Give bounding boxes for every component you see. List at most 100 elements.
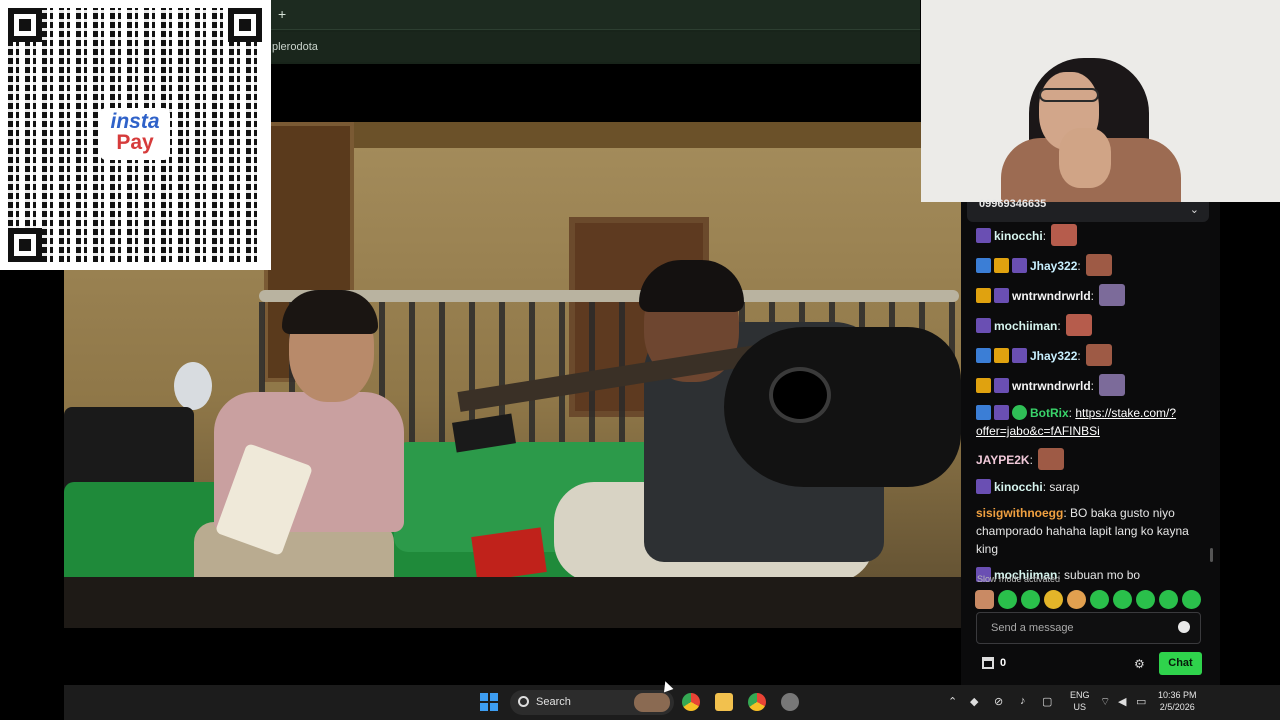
emote-button[interactable] (1136, 590, 1155, 609)
tray-network-off-icon[interactable]: ⊘ (994, 695, 1003, 708)
crown-badge-icon (976, 378, 991, 393)
emote-button[interactable] (998, 590, 1017, 609)
chat-actions: 0 ⚙ Chat (976, 652, 1202, 676)
chat-emote-icon (1099, 284, 1126, 306)
emote-button[interactable] (975, 590, 994, 609)
crown-badge-icon (976, 288, 991, 303)
chevron-down-icon[interactable]: ⌄ (1190, 203, 1199, 216)
tray-display-icon[interactable]: ▢ (1042, 695, 1052, 708)
slow-mode-notice: Slow mode activated (977, 574, 1061, 584)
chat-separator: : (1077, 349, 1085, 363)
chat-username[interactable]: JAYPE2K (976, 453, 1030, 467)
pinned-message[interactable]: 09969346635 ⌄ (967, 198, 1209, 222)
emoji-icon[interactable] (1178, 621, 1190, 633)
microphone-icon[interactable]: ♪ (1020, 695, 1026, 707)
chat-message-list: kinocchi: Jhay322: wntrwndrwrld: mochiim… (976, 224, 1208, 592)
chat-emote-icon (1066, 314, 1093, 336)
file-explorer-icon[interactable] (715, 693, 733, 711)
chat-message: sisigwithnoegg: BO baka gusto niyo champ… (976, 504, 1208, 558)
video-guitar (724, 327, 961, 487)
chat-username[interactable]: BotRix (1030, 406, 1069, 420)
pin-badge-icon (976, 405, 991, 420)
video-ceiling (284, 122, 961, 148)
instapay-logo-bottom: Pay (116, 131, 154, 154)
chat-text: subuan mo bo (1064, 568, 1141, 582)
chat-message: BotRix: https://stake.com/?offer=jabo&c=… (976, 404, 1208, 440)
chrome-icon[interactable] (682, 693, 700, 711)
instapay-logo: insta Pay (100, 108, 170, 160)
chat-emote-icon (1099, 374, 1126, 396)
emote-button[interactable] (1159, 590, 1178, 609)
points-count: 0 (1000, 657, 1007, 669)
webcam-hand (1059, 128, 1111, 188)
chat-username[interactable]: kinocchi (994, 229, 1043, 243)
chat-emote-icon (1051, 224, 1078, 246)
sub-badge-icon (994, 288, 1009, 303)
video-red-bag (471, 527, 547, 582)
address-text: plerodota (272, 41, 318, 53)
taskbar-search[interactable]: Search (510, 690, 674, 715)
chat-username[interactable]: wntrwndrwrld (1012, 379, 1091, 393)
chat-username[interactable]: mochiiman (994, 319, 1057, 333)
chat-separator: : (1057, 319, 1065, 333)
pin-badge-icon (976, 348, 991, 363)
chat-message: JAYPE2K: (976, 448, 1208, 470)
sub-badge-icon (976, 479, 991, 494)
clock-time: 10:36 PM (1158, 690, 1197, 700)
chat-input[interactable]: Send a message (976, 612, 1201, 644)
chat-panel: 09969346635 ⌄ kinocchi: Jhay322: wntrwnd… (961, 198, 1220, 685)
qr-finder-bottom-left (8, 228, 42, 262)
chat-send-button[interactable]: Chat (1159, 652, 1202, 675)
tray-app-icon[interactable]: ◆ (970, 695, 978, 708)
chat-separator: : (1090, 379, 1098, 393)
chat-message: wntrwndrwrld: (976, 374, 1208, 396)
emote-button[interactable] (1182, 590, 1201, 609)
battery-icon[interactable]: ▭ (1136, 695, 1146, 708)
pinned-message-text: 09969346635 (979, 198, 1047, 210)
chat-username[interactable]: Jhay322 (1030, 259, 1077, 273)
gear-icon[interactable]: ⚙ (1134, 657, 1145, 671)
language-indicator[interactable]: ENG US (1070, 689, 1090, 713)
webcam-glasses (1039, 88, 1099, 102)
emote-button[interactable] (1067, 590, 1086, 609)
video-lamp (174, 362, 212, 410)
chat-message: Jhay322: (976, 344, 1208, 366)
clock[interactable]: 10:36 PM 2/5/2026 (1158, 689, 1197, 713)
chat-username[interactable]: wntrwndrwrld (1012, 289, 1091, 303)
emote-button[interactable] (1021, 590, 1040, 609)
chat-emote-icon (1038, 448, 1065, 470)
video-guitar-soundhole (769, 367, 831, 423)
chat-scrollbar[interactable] (1210, 548, 1213, 562)
store-icon[interactable] (982, 657, 994, 669)
qr-finder-top-right (228, 8, 262, 42)
video-person1-hair (282, 290, 378, 334)
verified-badge-icon (1012, 405, 1027, 420)
crown-badge-icon (994, 348, 1009, 363)
chat-username[interactable]: Jhay322 (1030, 349, 1077, 363)
pin-badge-icon (976, 258, 991, 273)
qr-finder-top-left (8, 8, 42, 42)
chat-username[interactable]: sisigwithnoegg (976, 506, 1063, 520)
chat-emote-icon (1086, 254, 1113, 276)
chrome-active-icon[interactable] (748, 693, 766, 711)
sub-badge-icon (1012, 348, 1027, 363)
screen: + plerodota insta Pay 09969346635 ⌄ kino… (0, 0, 1280, 720)
chat-username[interactable]: kinocchi (994, 480, 1043, 494)
video-floor (64, 577, 961, 628)
wifi-icon[interactable]: ⌔ (1100, 695, 1110, 709)
sub-badge-icon (994, 405, 1009, 420)
chat-separator: : (1029, 453, 1037, 467)
volume-icon[interactable]: ◀ (1118, 695, 1126, 708)
crown-badge-icon (994, 258, 1009, 273)
emote-button[interactable] (1090, 590, 1109, 609)
windows-start-icon[interactable] (480, 693, 498, 711)
emote-button[interactable] (1044, 590, 1063, 609)
emote-bar (975, 590, 1205, 610)
new-tab-button[interactable]: + (278, 6, 286, 22)
language-line2: US (1073, 702, 1087, 712)
tray-chevron-icon[interactable]: ⌃ (948, 695, 957, 708)
chat-separator: : (1063, 506, 1071, 520)
chat-emote-icon (1086, 344, 1113, 366)
emote-button[interactable] (1113, 590, 1132, 609)
app-icon[interactable] (781, 693, 799, 711)
